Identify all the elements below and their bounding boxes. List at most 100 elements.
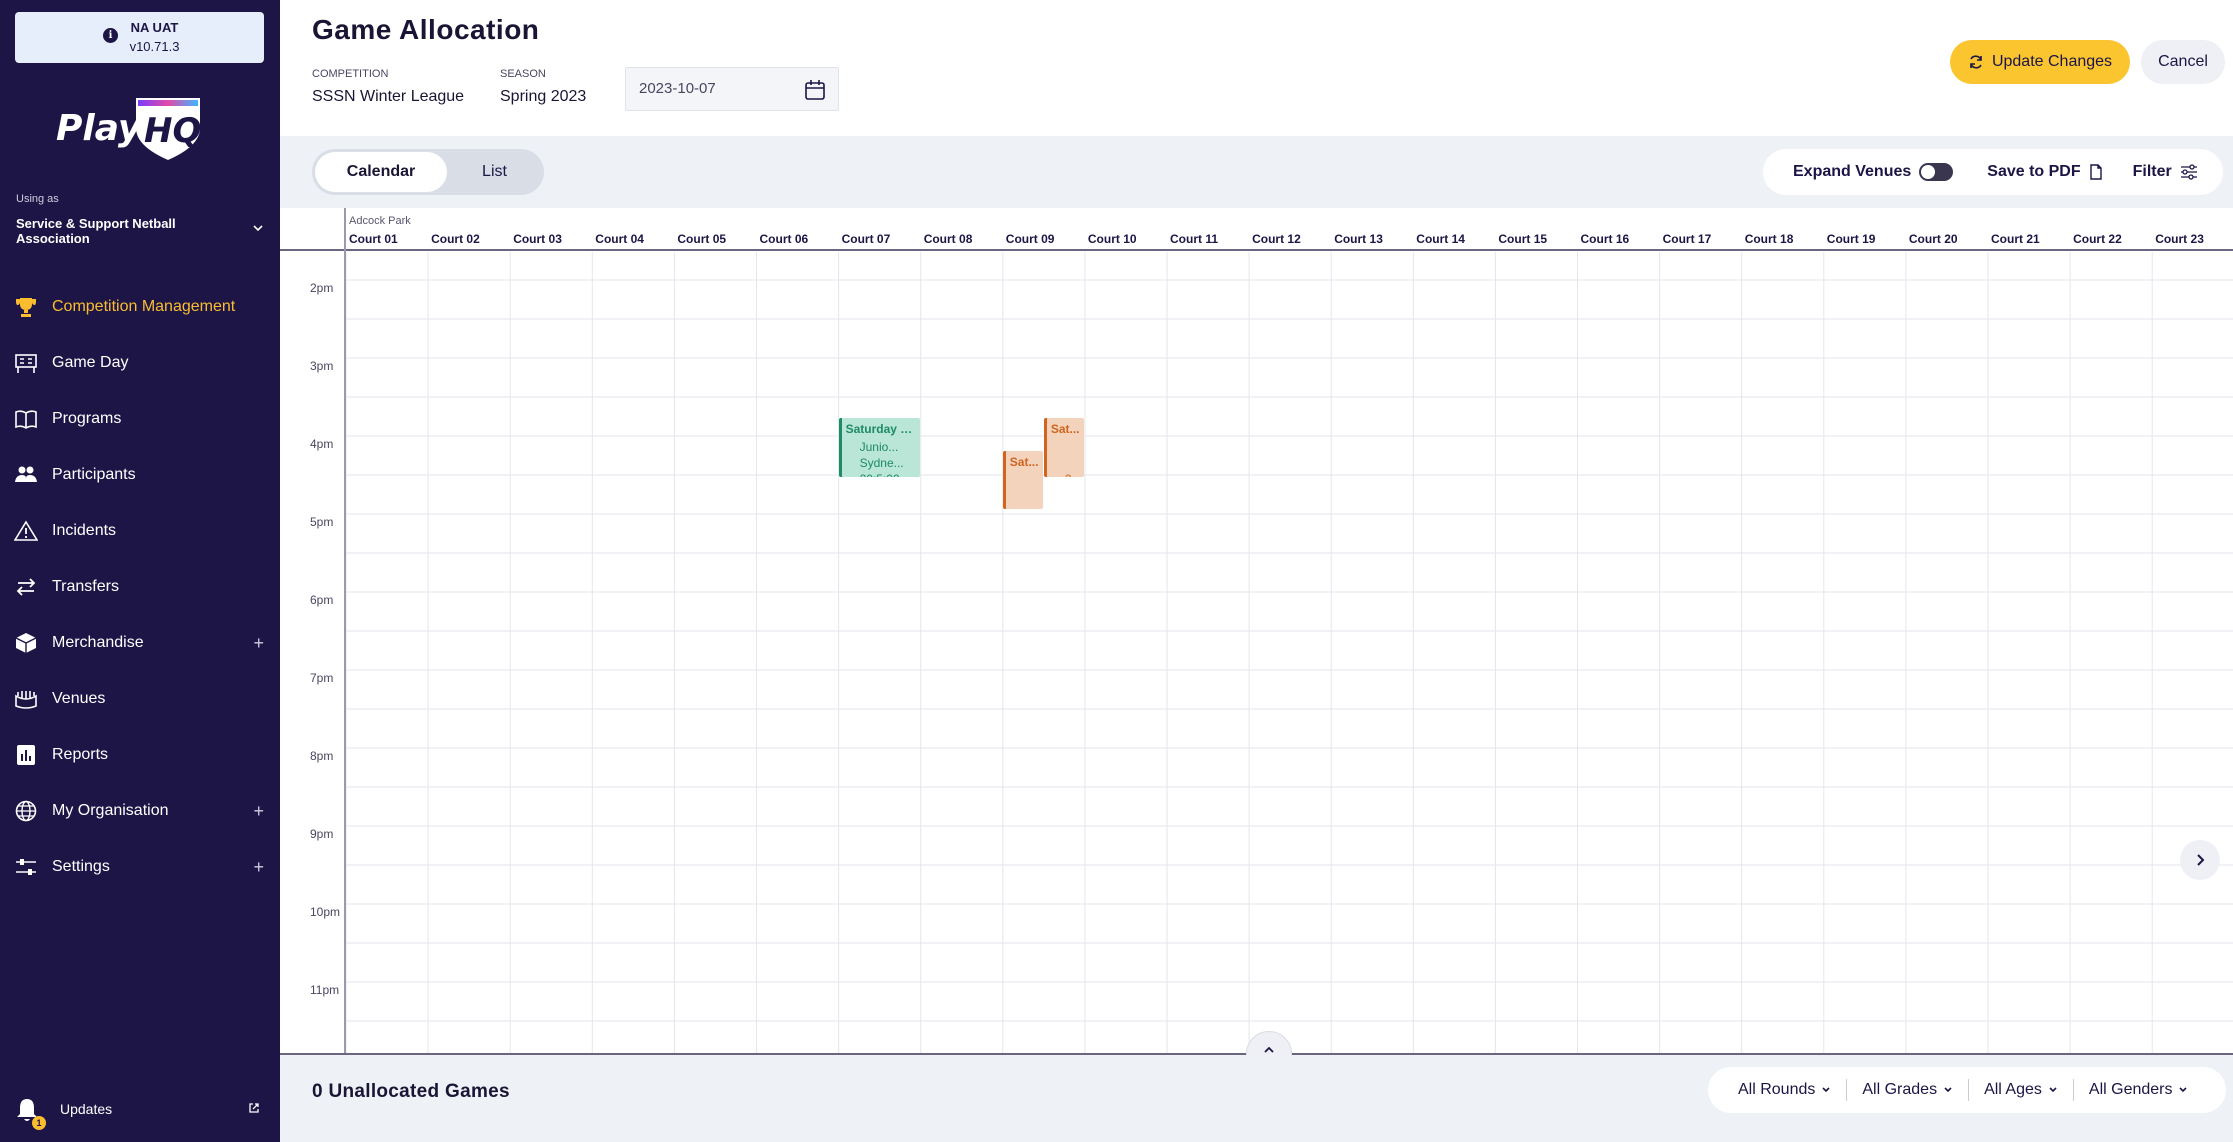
- time-label: 10pm: [310, 905, 341, 919]
- cancel-label: Cancel: [2158, 53, 2208, 70]
- page-title: Game Allocation: [312, 14, 540, 45]
- expand-plus-icon[interactable]: +: [253, 633, 264, 654]
- playhq-logo[interactable]: Play HQ: [54, 94, 204, 164]
- court-header: Court 01: [349, 232, 398, 246]
- game-title: Sat...: [1009, 454, 1039, 469]
- calendar-toolbar: Calendar List Expand Venues Save to PDF …: [280, 136, 2233, 208]
- expand-plus-icon[interactable]: +: [253, 801, 264, 822]
- calendar-icon[interactable]: [804, 79, 826, 101]
- filter-dropdown[interactable]: All Genders: [2074, 1079, 2204, 1101]
- game-card[interactable]: Saturday J... Junio...Sydne...20:5:00 A..…: [838, 418, 920, 477]
- globe-icon: [15, 800, 37, 822]
- unallocated-title: 0 Unallocated Games: [312, 1081, 510, 1102]
- date-picker-input[interactable]: 2023-10-07: [625, 67, 839, 111]
- cancel-button[interactable]: Cancel: [2141, 40, 2225, 84]
- svg-text:Play: Play: [56, 108, 143, 149]
- time-label: 7pm: [310, 671, 334, 685]
- nav-item-transfers[interactable]: Transfers: [0, 559, 280, 615]
- nav-item-participants[interactable]: Participants: [0, 447, 280, 503]
- warning-icon: [14, 520, 38, 541]
- updates-badge: 1: [32, 1116, 46, 1130]
- nav-item-competition-management[interactable]: Competition Management: [0, 279, 280, 335]
- competition-value: SSSN Winter League: [312, 88, 465, 105]
- court-header: Court 18: [1744, 232, 1794, 246]
- organisation-name[interactable]: Service & Support Netball Association: [16, 216, 216, 246]
- time-label: 11pm: [310, 983, 340, 997]
- season-value: Spring 2023: [500, 88, 587, 105]
- game-detail-line: [1065, 439, 1084, 455]
- nav-item-game-day[interactable]: Game Day: [0, 335, 280, 391]
- court-header: Court 23: [2155, 232, 2204, 246]
- document-icon: [2089, 164, 2102, 180]
- trophy-icon: [16, 298, 36, 317]
- nav-item-venues[interactable]: Venues: [0, 671, 280, 727]
- court-header: Court 06: [759, 232, 809, 246]
- court-header: Court 02: [431, 232, 480, 246]
- court-header: Court 03: [513, 232, 562, 246]
- box-icon: [15, 633, 37, 653]
- calendar-grid[interactable]: Adcock Park Court 01 Court 02 Court 03 Cour…: [280, 208, 2233, 1054]
- nav-item-reports[interactable]: Reports: [0, 727, 280, 783]
- game-detail-line: Sydne...: [860, 455, 920, 471]
- next-courts-button[interactable]: [2180, 840, 2220, 880]
- filter-dropdown[interactable]: All Grades: [1847, 1079, 1970, 1101]
- time-label: 3pm: [310, 359, 334, 373]
- court-header: Court 10: [1087, 232, 1137, 246]
- filter-dropdown[interactable]: All Ages: [1969, 1079, 2074, 1101]
- expand-venues-toggle[interactable]: [1919, 163, 1954, 181]
- court-header: Court 07: [841, 232, 891, 246]
- nav-label: Settings: [52, 858, 110, 875]
- stadium-icon: [15, 691, 37, 709]
- chevron-down-icon: [1944, 1087, 1952, 1093]
- filter-dropdown[interactable]: All Rounds: [1708, 1079, 1848, 1101]
- scoreboard-icon: [15, 354, 37, 373]
- game-card[interactable]: Sat...: [1002, 450, 1043, 509]
- court-header: Court 20: [1908, 232, 1958, 246]
- court-header: Court 09: [1005, 232, 1055, 246]
- book-icon: [15, 410, 37, 429]
- nav-label: Merchandise: [52, 634, 144, 651]
- time-label: 2pm: [310, 281, 334, 295]
- nav-item-settings[interactable]: Settings +: [0, 839, 280, 895]
- view-toggle: Calendar List: [312, 149, 544, 195]
- nav-label: Participants: [52, 466, 136, 483]
- nav-label: Incidents: [52, 522, 117, 539]
- filter-button[interactable]: Filter: [2133, 163, 2198, 181]
- court-header: Court 12: [1252, 232, 1301, 246]
- court-header: Court 11: [1170, 232, 1219, 246]
- nav-item-programs[interactable]: Programs: [0, 391, 280, 447]
- tab-calendar[interactable]: Calendar: [315, 152, 447, 192]
- time-label: 8pm: [310, 749, 334, 763]
- time-axis: [344, 208, 346, 1054]
- expand-venues-label: Expand Venues: [1793, 163, 1912, 180]
- filter-dropdown-label: All Ages: [1984, 1081, 2042, 1098]
- court-header: Court 15: [1498, 232, 1548, 246]
- nav-item-my-organisation[interactable]: My Organisation +: [0, 783, 280, 839]
- game-card[interactable]: Sat... 20:5...: [1043, 418, 1084, 477]
- header-divider: [280, 249, 2233, 251]
- nav-label: Venues: [52, 690, 106, 707]
- filter-dropdown-label: All Rounds: [1738, 1081, 1816, 1098]
- expand-venues-control[interactable]: Expand Venues: [1793, 163, 1954, 181]
- game-title: Saturday J...: [845, 422, 917, 436]
- tab-list[interactable]: List: [448, 152, 541, 192]
- court-header: Court 14: [1416, 232, 1465, 246]
- svg-text:HQ: HQ: [144, 111, 201, 151]
- chevron-down-icon[interactable]: [252, 222, 264, 234]
- season-label: SEASON: [500, 68, 546, 80]
- court-header: Court 04: [595, 232, 644, 246]
- updates-label: Updates: [60, 1101, 113, 1117]
- environment-name: NA UAT: [130, 20, 179, 35]
- nav-item-merchandise[interactable]: Merchandise +: [0, 615, 280, 671]
- game-detail-line: 20:5...: [1065, 471, 1084, 477]
- environment-badge: i NA UAT v10.71.3: [15, 12, 264, 63]
- update-changes-button[interactable]: Update Changes: [1950, 40, 2130, 84]
- updates-link[interactable]: 1 Updates: [0, 1090, 280, 1130]
- court-header: Court 13: [1334, 232, 1383, 246]
- expand-plus-icon[interactable]: +: [253, 857, 264, 878]
- refresh-icon: [1970, 55, 1982, 69]
- sidebar: i NA UAT v10.71.3 Play HQ Using as Servi…: [0, 0, 280, 1142]
- save-pdf-button[interactable]: Save to PDF: [1987, 163, 2102, 181]
- main-nav: Competition Management Game Day Programs…: [0, 279, 280, 895]
- nav-item-incidents[interactable]: Incidents: [0, 503, 280, 559]
